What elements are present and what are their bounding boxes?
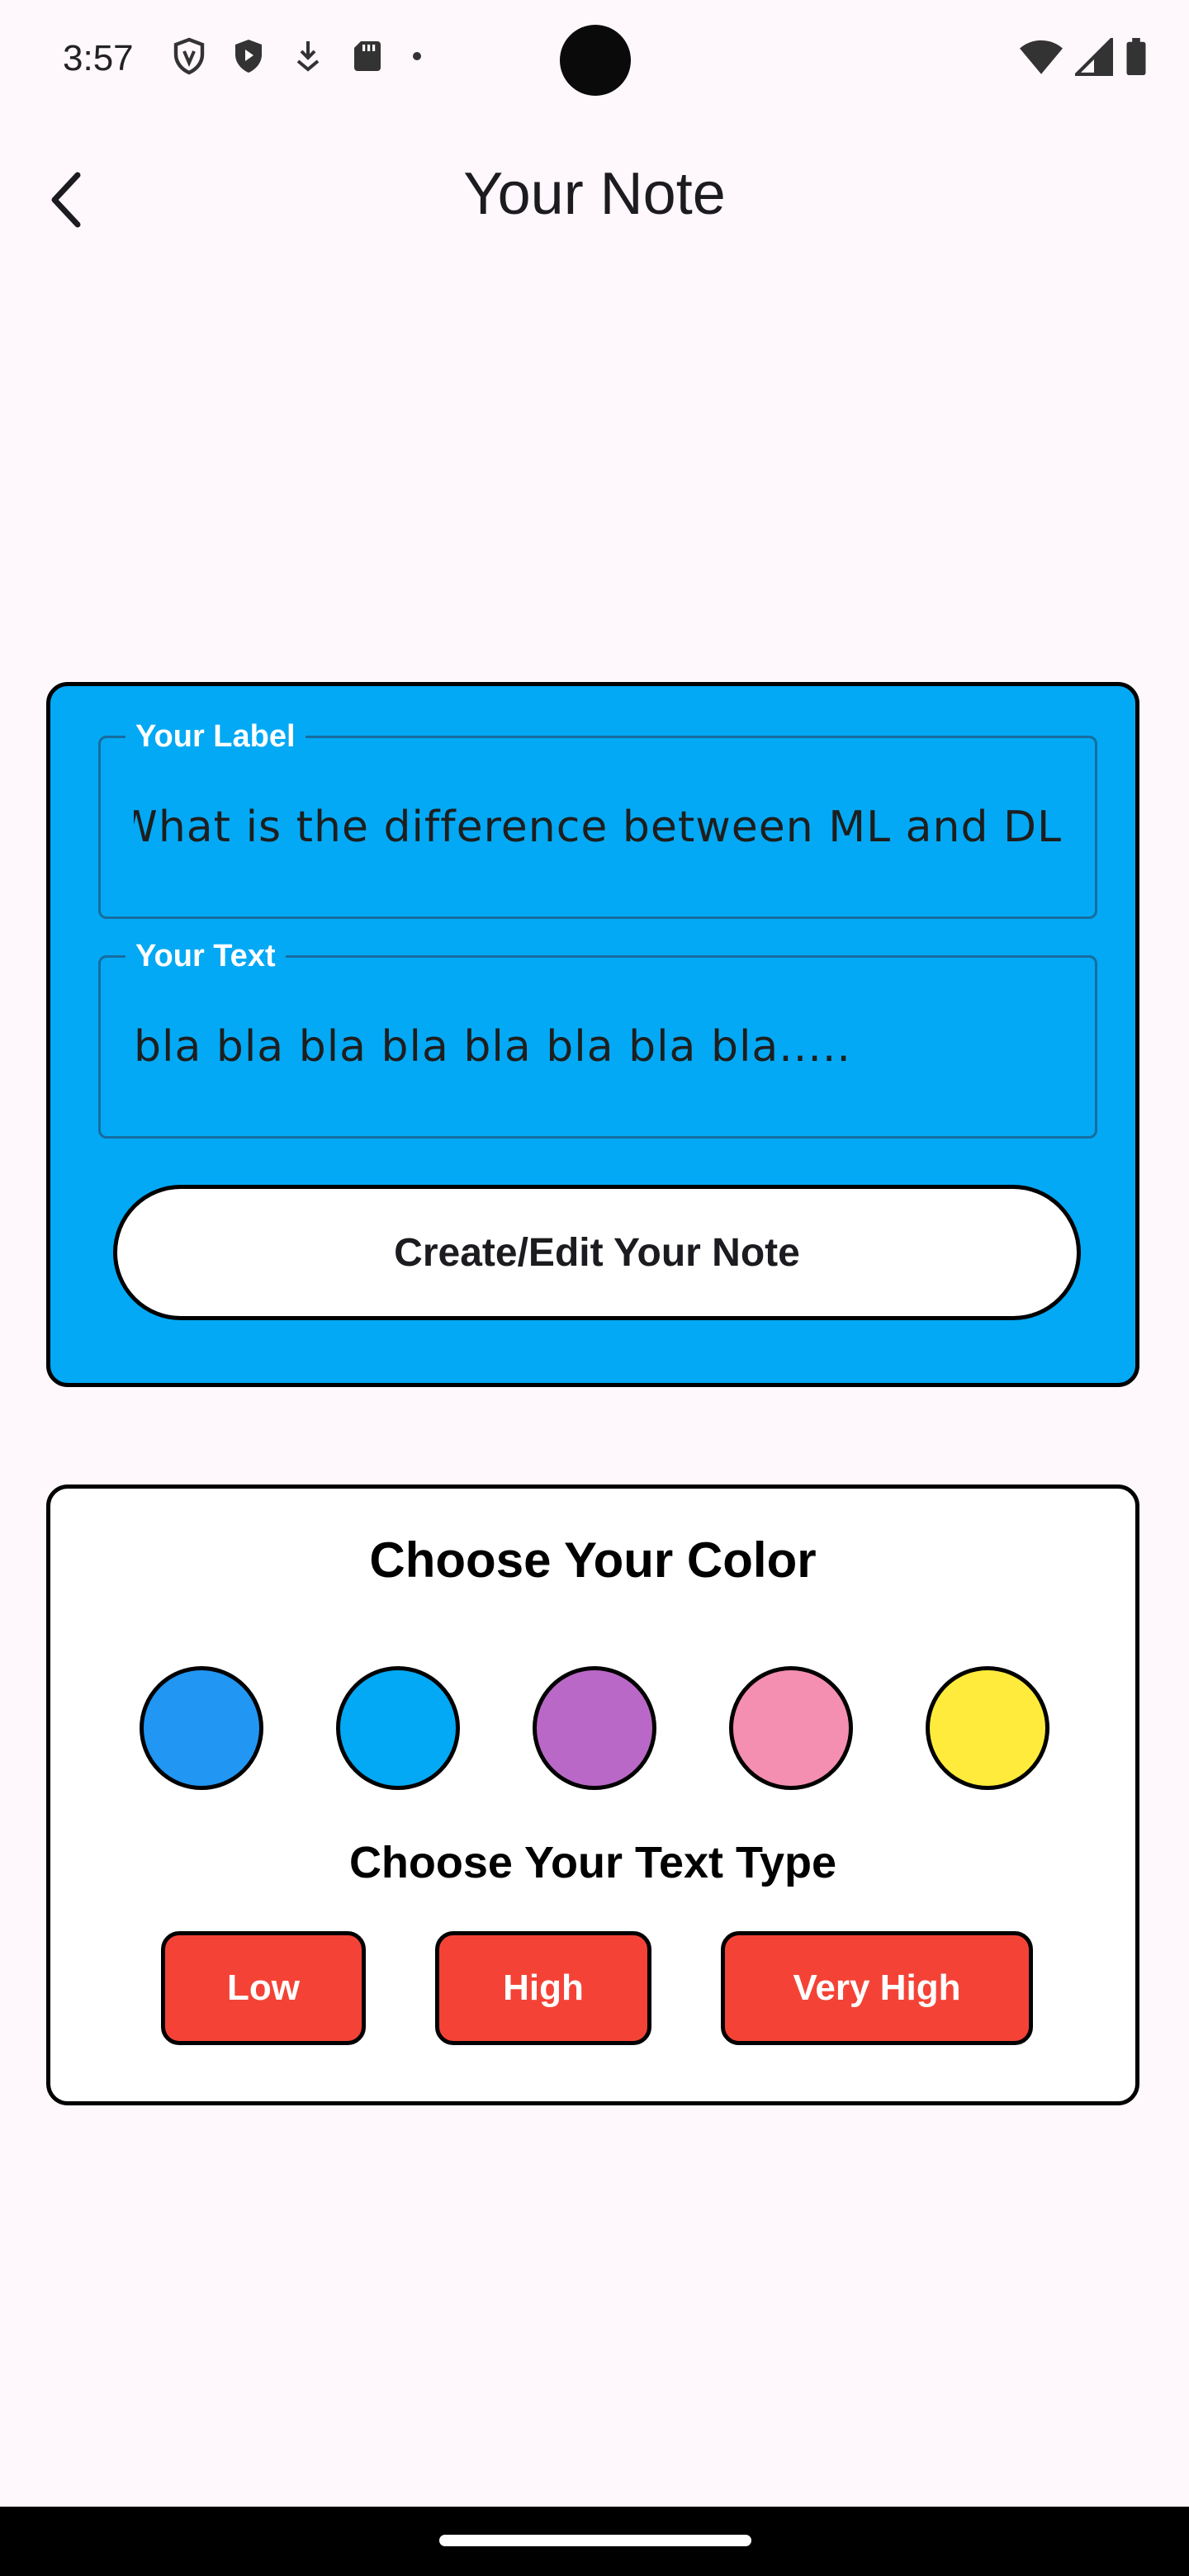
text-type-high-button[interactable]: High — [435, 1931, 651, 2045]
vpn-shield-icon — [173, 37, 205, 75]
status-icons-right — [1019, 38, 1148, 76]
choose-color-title: Choose Your Color — [369, 1532, 817, 1588]
dot-icon — [413, 52, 421, 60]
color-swatch-blue[interactable] — [140, 1666, 263, 1790]
text-type-very-high-button[interactable]: Very High — [721, 1931, 1033, 2045]
text-field[interactable]: Your Text bla bla bla bla bla bla bla bl… — [98, 936, 1097, 1139]
play-protect-icon — [235, 40, 262, 73]
app-bar: Your Note — [0, 149, 1189, 248]
home-gesture-handle[interactable] — [439, 2535, 751, 2546]
label-field-label: Your Label — [126, 717, 306, 756]
color-swatch-yellow[interactable] — [926, 1666, 1049, 1790]
status-bar: 3:57 — [0, 0, 1189, 124]
page-title: Your Note — [463, 161, 726, 227]
label-field[interactable]: Your Label What is the difference betwee… — [98, 717, 1097, 919]
note-form-card: Your Label What is the difference betwee… — [46, 682, 1139, 1387]
note-options-card: Choose Your Color Choose Your Text Type … — [46, 1485, 1139, 2105]
download-icon — [296, 41, 320, 72]
text-field-input[interactable]: bla bla bla bla bla bla bla bla..... — [134, 1022, 1062, 1072]
system-nav-bar — [0, 2507, 1189, 2576]
cell-signal-icon — [1075, 38, 1113, 76]
text-type-low-button[interactable]: Low — [161, 1931, 366, 2045]
battery-icon — [1126, 38, 1146, 76]
choose-text-type-title: Choose Your Text Type — [348, 1838, 837, 1887]
status-icons-left — [169, 36, 427, 76]
color-swatch-pink[interactable] — [729, 1666, 853, 1790]
create-edit-note-button[interactable]: Create/Edit Your Note — [113, 1185, 1081, 1320]
label-field-input[interactable]: What is the difference between ML and DL… — [134, 803, 1062, 852]
text-field-label: Your Text — [126, 936, 286, 976]
camera-cutout — [560, 25, 631, 96]
sd-card-icon — [354, 41, 381, 71]
wifi-icon — [1020, 40, 1063, 74]
status-time: 3:57 — [63, 38, 134, 78]
color-swatch-purple[interactable] — [533, 1666, 656, 1790]
color-swatch-light-blue[interactable] — [336, 1666, 460, 1790]
